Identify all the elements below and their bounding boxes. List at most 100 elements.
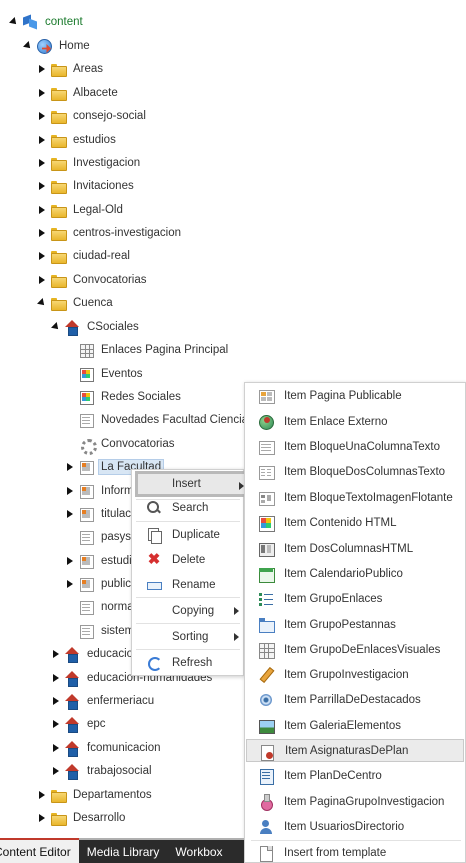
insert-item-galeria-elementos[interactable]: Item GaleriaElementos: [246, 714, 464, 737]
tree-node-convocatorias[interactable]: Convocatorias: [36, 269, 150, 291]
expand-arrow-icon[interactable]: [36, 269, 48, 291]
tree-node-legal-old[interactable]: Legal-Old: [36, 199, 126, 221]
tab-workbox[interactable]: Workbox: [167, 840, 230, 863]
expand-arrow-icon[interactable]: [36, 129, 48, 151]
tab-media-library[interactable]: Media Library: [79, 840, 168, 863]
collapse-arrow-icon[interactable]: [8, 11, 20, 33]
expand-arrow-icon[interactable]: [50, 690, 62, 712]
tree-node-label: Convocatorias: [101, 438, 175, 450]
tree-node-investigacion[interactable]: Investigacion: [36, 152, 143, 174]
tree-node-enfermeriacu[interactable]: enfermeriacu: [50, 690, 157, 712]
collapse-arrow-icon[interactable]: [22, 35, 34, 57]
insert-item-plan-centro[interactable]: Item PlanDeCentro: [246, 764, 464, 787]
delete-icon: ✖: [147, 551, 161, 568]
menu-item-search[interactable]: Search: [132, 496, 243, 520]
tree-node-norma[interactable]: norma: [64, 596, 137, 618]
tree-node-public[interactable]: public: [64, 573, 134, 595]
insert-item-grupo-enlaces-visuales[interactable]: Item GrupoDeEnlacesVisuales: [246, 638, 464, 661]
grid-icon: [78, 342, 94, 358]
expand-arrow-icon[interactable]: [50, 760, 62, 782]
insert-item-asignaturas-plan[interactable]: Item AsignaturasDePlan: [246, 739, 464, 762]
expand-arrow-icon[interactable]: [36, 58, 48, 80]
expand-arrow-icon[interactable]: [36, 82, 48, 104]
insert-item-bloque-texto-imagen[interactable]: Item BloqueTextoImagenFlotante: [246, 486, 464, 509]
insert-item-enlace-externo[interactable]: Item Enlace Externo: [246, 410, 464, 433]
expand-arrow-icon[interactable]: [36, 175, 48, 197]
tab-content-editor[interactable]: Content Editor: [0, 838, 79, 863]
tree-node-desarrollo[interactable]: Desarrollo: [36, 807, 128, 829]
insert-item-calendario-publico[interactable]: Item CalendarioPublico: [246, 562, 464, 585]
tree-node-albacete[interactable]: Albacete: [36, 82, 121, 104]
tree-node-convocatorias-csociales[interactable]: Convocatorias: [64, 433, 178, 455]
menu-item-insert[interactable]: Insert: [135, 471, 251, 497]
users-directory-icon: [258, 819, 274, 835]
expand-arrow-icon[interactable]: [64, 456, 76, 478]
tree-node-sistem[interactable]: sistem: [64, 620, 137, 642]
expand-arrow-icon[interactable]: [64, 573, 76, 595]
insert-item-parrilla-destacados[interactable]: Item ParrillaDeDestacados: [246, 688, 464, 711]
tree-node-eventos[interactable]: Eventos: [64, 363, 146, 385]
tree-node-home[interactable]: Home: [22, 35, 93, 57]
tree-node-titulac[interactable]: titulac: [64, 503, 134, 525]
menu-item-delete[interactable]: ✖ Delete: [132, 548, 243, 572]
expand-arrow-icon[interactable]: [64, 480, 76, 502]
menu-item-refresh[interactable]: Refresh: [132, 651, 243, 675]
tree-node-ciudad-real[interactable]: ciudad-real: [36, 245, 133, 267]
insert-item-contenido-html[interactable]: Item Contenido HTML: [246, 511, 464, 534]
tree-node-enlaces-pagina-principal[interactable]: Enlaces Pagina Principal: [64, 339, 231, 361]
expand-arrow-icon[interactable]: [36, 222, 48, 244]
tree-node-novedades-facultad[interactable]: Novedades Facultad Ciencias: [64, 409, 257, 431]
expand-arrow-icon[interactable]: [50, 667, 62, 689]
tree-node-departamentos[interactable]: Departamentos: [36, 784, 155, 806]
menu-divider: [136, 597, 240, 598]
collapse-arrow-icon[interactable]: [50, 316, 62, 338]
insert-from-template[interactable]: Insert from template: [246, 841, 464, 863]
expand-arrow-icon[interactable]: [36, 105, 48, 127]
expand-arrow-icon[interactable]: [64, 503, 76, 525]
tree-node-trabajosocial[interactable]: trabajosocial: [50, 760, 155, 782]
insert-item-grupo-enlaces[interactable]: Item GrupoEnlaces: [246, 587, 464, 610]
menu-item-sorting[interactable]: Sorting: [132, 625, 243, 649]
expand-arrow-icon[interactable]: [36, 152, 48, 174]
insert-item-dos-columnas-html[interactable]: Item DosColumnasHTML: [246, 537, 464, 560]
expand-arrow-icon[interactable]: [64, 550, 76, 572]
tree-node-cuenca[interactable]: Cuenca: [36, 292, 116, 314]
menu-item-rename[interactable]: Rename: [132, 573, 243, 597]
visual-links-grid-icon: [258, 642, 275, 659]
submenu-arrow-icon: [234, 633, 239, 641]
insert-item-pagina-publicable[interactable]: Item Pagina Publicable: [246, 384, 464, 407]
tree-node-inform[interactable]: Inform: [64, 480, 137, 502]
expand-arrow-icon[interactable]: [36, 199, 48, 221]
tree-node-label: Home: [59, 40, 90, 52]
tree-node-epc[interactable]: epc: [50, 713, 109, 735]
tree-node-content[interactable]: content: [8, 11, 86, 33]
insert-item-grupo-pestannas[interactable]: Item GrupoPestannas: [246, 613, 464, 636]
tree-node-consejo-social[interactable]: consejo-social: [36, 105, 149, 127]
menu-item-copying[interactable]: Copying: [132, 599, 243, 623]
tree-node-csociales[interactable]: CSociales: [50, 316, 142, 338]
insert-item-pagina-grupo-investigacion[interactable]: Item PaginaGrupoInvestigacion: [246, 790, 464, 813]
tree-node-areas[interactable]: Areas: [36, 58, 106, 80]
tree-node-redes-sociales[interactable]: Redes Sociales: [64, 386, 184, 408]
expand-arrow-icon[interactable]: [36, 245, 48, 267]
expand-arrow-icon[interactable]: [36, 784, 48, 806]
tree-node-label: Legal-Old: [73, 204, 123, 216]
tree-node-estudios[interactable]: estudios: [36, 129, 119, 151]
expand-arrow-icon[interactable]: [36, 807, 48, 829]
tree-node-fcomunicacion[interactable]: fcomunicacion: [50, 737, 164, 759]
expand-arrow-icon[interactable]: [50, 713, 62, 735]
insert-item-bloque-dos-columnas[interactable]: Item BloqueDosColumnasTexto: [246, 460, 464, 483]
menu-item-duplicate[interactable]: Duplicate: [132, 523, 243, 547]
insert-item-bloque-una-columna[interactable]: Item BloqueUnaColumnaTexto: [246, 435, 464, 458]
tree-node-pasyse[interactable]: pasyse: [64, 526, 140, 548]
expand-arrow-icon[interactable]: [50, 643, 62, 665]
tree-node-centros-investigacion[interactable]: centros-investigacion: [36, 222, 184, 244]
insert-item-grupo-investigacion[interactable]: Item GrupoInvestigacion: [246, 663, 464, 686]
tree-node-invitaciones[interactable]: Invitaciones: [36, 175, 137, 197]
tree-node-estudi[interactable]: estudi: [64, 550, 135, 572]
folder-icon: [50, 225, 67, 241]
insert-item-usuarios-directorio[interactable]: Item UsuariosDirectorio: [246, 815, 464, 838]
expand-arrow-icon[interactable]: [50, 737, 62, 759]
collapse-arrow-icon[interactable]: [36, 292, 48, 314]
tree-node-educacion[interactable]: educacion: [50, 643, 142, 665]
